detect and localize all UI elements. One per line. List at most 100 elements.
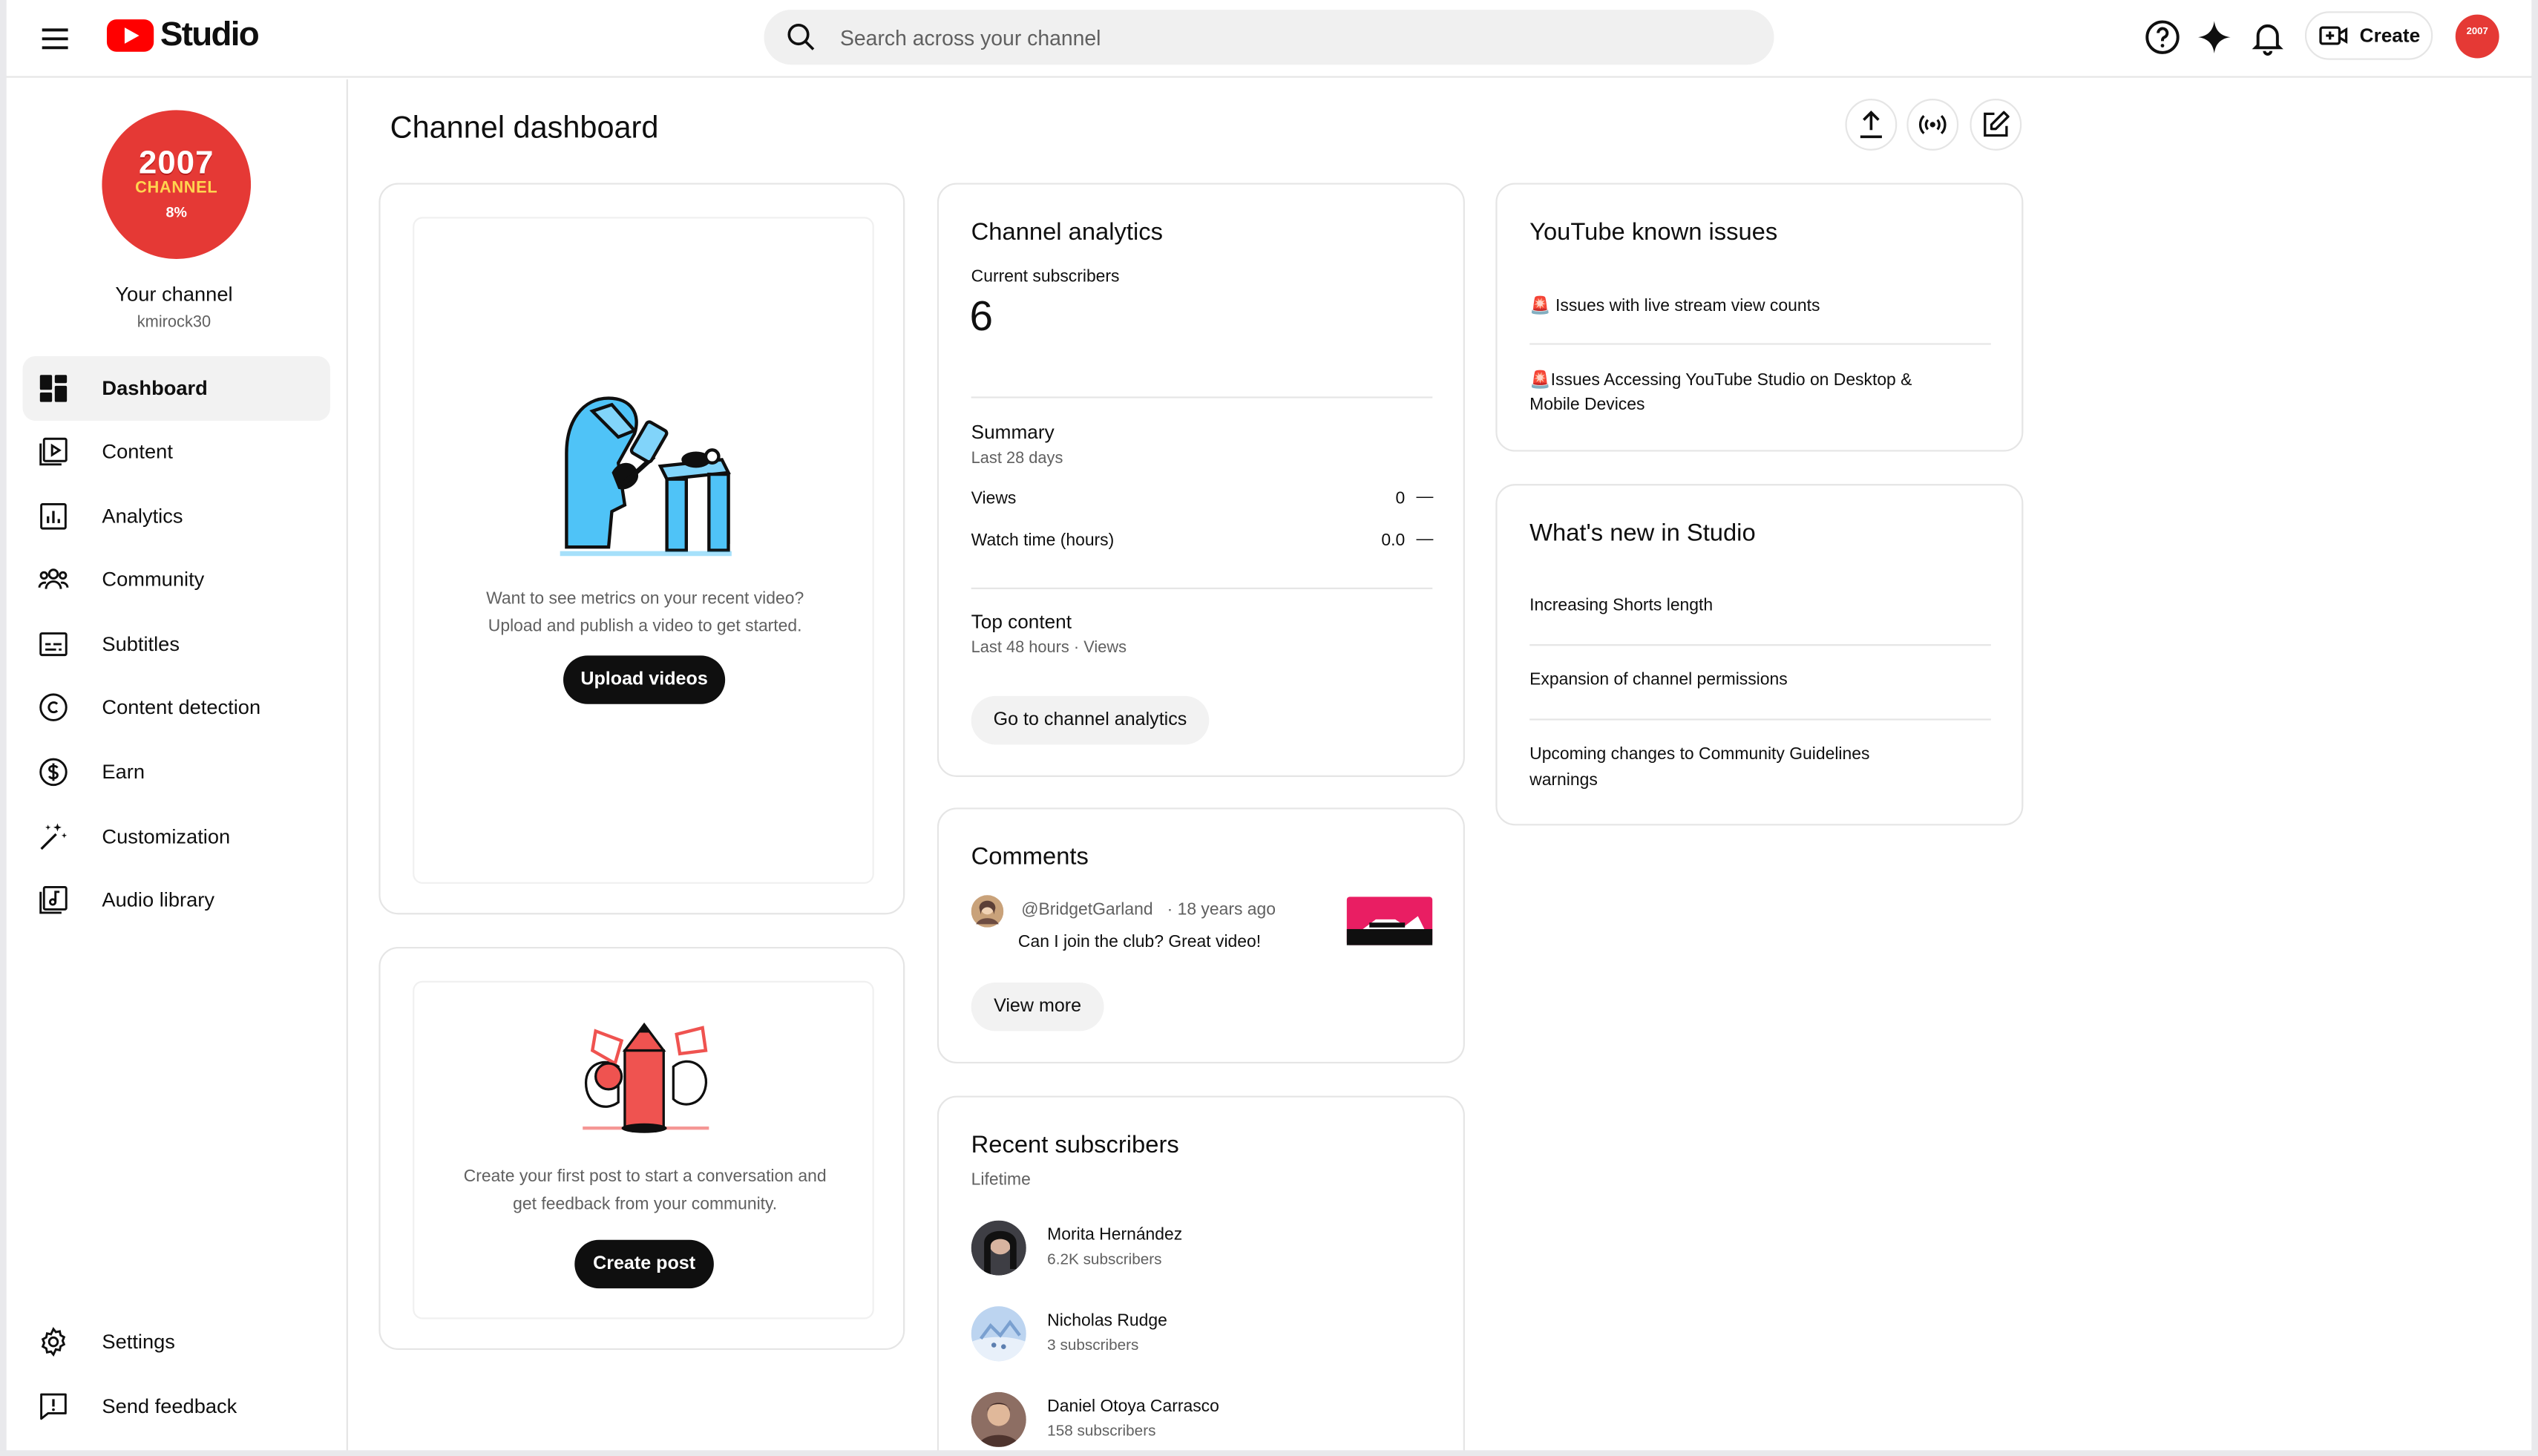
sidebar-item-content-detection[interactable]: Content detection [23,675,330,740]
sidebar-item-label: Subtitles [102,632,180,656]
upload-videos-button-main[interactable]: Upload videos [563,655,726,704]
notifications-bell-icon[interactable] [2249,18,2287,56]
top-header: Studio Create [0,0,2538,78]
channel-name: Your channel [115,283,233,306]
create-post-inner: Create your first post to start a conver… [413,980,874,1319]
comment-time: · 18 years ago [1167,899,1276,919]
whats-new-link[interactable]: Expansion of channel permissions [1529,670,1788,689]
subscriber-name[interactable]: Daniel Otoya Carrasco [1047,1397,1219,1416]
channel-handle: kmirock30 [137,314,212,332]
sidebar-item-label: Content detection [102,695,261,719]
upload-video-card: Want to see metrics on your recent video… [378,183,905,915]
sidebar-item-label: Analytics [102,505,183,528]
subscribers-value: 6 [969,291,994,341]
sidebar-item-earn[interactable]: Earn [23,740,330,804]
channel-avatar-line3: 8% [165,203,187,220]
sidebar-item-customization[interactable]: Customization [23,804,330,869]
sidebar-item-content[interactable]: Content [23,419,330,484]
commenter-avatar[interactable] [971,895,1004,928]
create-post-button[interactable]: Create post [574,1239,714,1289]
channel-avatar-line2: CHANNEL [135,180,218,198]
recent-subscribers-title: Recent subscribers [971,1131,1179,1159]
channel-analytics-card: Channel analytics Current subscribers 6 … [937,183,1465,777]
go-live-button[interactable] [1906,99,1959,151]
sidebar-item-settings[interactable]: Settings [23,1310,330,1374]
channel-avatar[interactable]: 2007 CHANNEL 8% [102,110,252,259]
sidebar-item-label: Send feedback [102,1395,237,1418]
watch-time-label: Watch time (hours) [971,531,1115,551]
sparkle-icon[interactable] [2195,18,2234,56]
views-trend: — [1416,487,1434,507]
studio-app: Studio Create [0,0,2538,1456]
comment-author[interactable]: @BridgetGarland [1021,900,1152,919]
audio-library-icon [39,885,68,914]
whats-new-link[interactable]: Upcoming changes to Community Guidelines [1529,744,1869,764]
dollar-icon [39,758,68,787]
hamburger-menu-icon[interactable] [36,19,74,58]
search-icon[interactable] [785,21,818,53]
known-issue-link[interactable]: 🚨 Issues with live stream view counts [1529,295,1820,315]
subscriber-avatar[interactable] [971,1306,1026,1362]
sidebar-item-label: Community [102,568,205,591]
top-content-period: Last 48 hours · Views [971,639,1127,658]
divider [1529,718,1991,721]
search-bar[interactable] [764,10,1774,65]
sidebar-item-community[interactable]: Community [23,547,330,611]
upload-videos-button[interactable] [1845,99,1898,151]
community-icon [38,568,69,589]
known-issues-card: YouTube known issues 🚨 Issues with live … [1495,183,2024,452]
upload-video-inner: Want to see metrics on your recent video… [413,217,874,884]
analytics-icon [40,502,67,530]
window-bottom-edge [0,1450,2538,1456]
upload-card-text-1: Want to see metrics on your recent video… [486,588,804,609]
known-issue-link-cont[interactable]: Mobile Devices [1529,395,1645,414]
comment-video-thumbnail[interactable] [1346,896,1433,945]
create-button[interactable]: Create [2304,11,2433,60]
create-post-icon-button[interactable] [1970,99,2022,151]
feedback-icon [40,1393,67,1420]
studio-logo[interactable]: Studio [106,16,260,55]
view-more-comments-button[interactable]: View more [971,982,1104,1032]
subscriber-name[interactable]: Morita Hernández [1047,1225,1182,1245]
youtube-play-icon [106,19,154,52]
sidebar-item-subtitles[interactable]: Subtitles [23,611,330,676]
divider [971,396,1433,399]
subscriber-name[interactable]: Nicholas Rudge [1047,1311,1167,1331]
whats-new-title: What's new in Studio [1529,519,1756,548]
account-avatar[interactable]: 2007 [2455,14,2499,59]
known-issues-title: YouTube known issues [1529,218,1778,246]
help-icon[interactable] [2143,18,2182,56]
go-to-channel-analytics-button[interactable]: Go to channel analytics [971,695,1210,745]
comments-card: Comments @BridgetGarland · 18 years ago … [937,807,1465,1063]
divider [1529,644,1991,646]
create-label: Create [2359,24,2421,47]
window-edge [0,0,7,1456]
subtitles-icon [39,632,68,657]
search-input[interactable] [840,24,1714,50]
subscriber-avatar[interactable] [971,1391,1026,1447]
subscriber-count: 3 subscribers [1047,1337,1139,1355]
sidebar-item-send-feedback[interactable]: Send feedback [23,1374,330,1439]
subscriber-avatar[interactable] [971,1220,1026,1276]
sidebar-item-label: Audio library [102,888,214,911]
copyright-icon [39,693,68,721]
summary-title: Summary [971,421,1055,444]
sidebar-item-audio-library[interactable]: Audio library [23,868,330,932]
divider [1529,343,1991,345]
sidebar-item-analytics[interactable]: Analytics [23,484,330,548]
upload-icon [1860,111,1882,139]
upload-card-text-2: Upload and publish a video to get starte… [488,615,802,636]
watch-time-trend: — [1416,529,1434,549]
watch-time-value: 0.0 [1381,531,1406,551]
known-issue-link[interactable]: 🚨Issues Accessing YouTube Studio on Desk… [1529,369,1912,390]
sidebar-item-dashboard[interactable]: Dashboard [22,355,330,422]
sidebar-item-label: Settings [102,1330,175,1354]
recent-subscribers-card: Recent subscribers Lifetime Morita Herná… [937,1095,1465,1456]
views-label: Views [971,488,1017,508]
recent-subscribers-period: Lifetime [971,1170,1031,1190]
whats-new-link[interactable]: Increasing Shorts length [1529,596,1713,615]
whats-new-card: What's new in Studio Increasing Shorts l… [1495,484,2024,826]
channel-avatar-line1: 2007 [139,145,214,182]
whats-new-link-cont[interactable]: warnings [1529,770,1598,790]
dashboard-icon [39,375,68,402]
